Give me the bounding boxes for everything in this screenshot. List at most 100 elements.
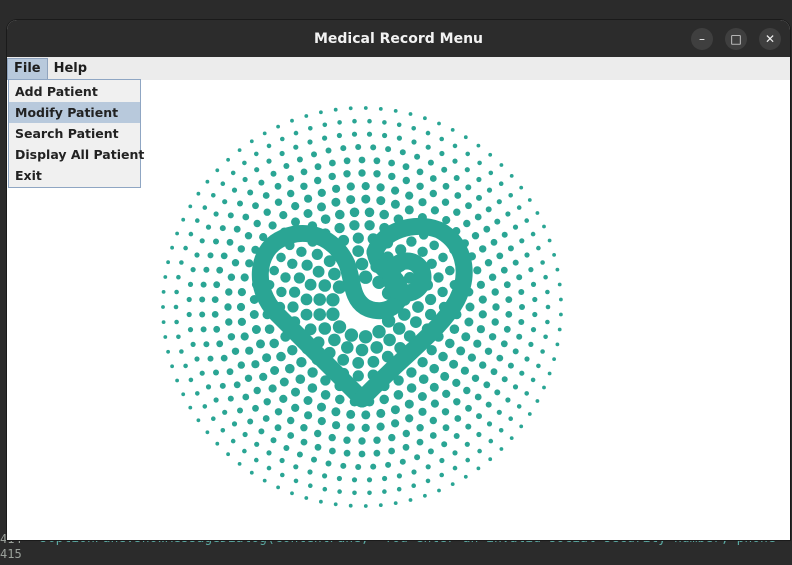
logo-dot bbox=[496, 409, 502, 415]
logo-dot bbox=[290, 118, 294, 123]
logo-dot bbox=[465, 184, 472, 191]
menu-item-modify-patient[interactable]: Modify Patient bbox=[9, 102, 140, 123]
logo-dot bbox=[423, 116, 427, 121]
logo-dot bbox=[516, 205, 522, 210]
logo-dot bbox=[358, 330, 373, 344]
logo-dot bbox=[279, 211, 288, 220]
logo-dot bbox=[418, 374, 429, 385]
logo-dot bbox=[363, 504, 368, 508]
logo-dot bbox=[536, 245, 541, 251]
logo-dot bbox=[505, 397, 511, 403]
logo-dot bbox=[242, 431, 248, 438]
logo-dot bbox=[396, 473, 402, 479]
logo-dot bbox=[411, 483, 416, 489]
logo-dot bbox=[484, 259, 493, 267]
logo-dot bbox=[425, 293, 437, 306]
logo-dot bbox=[453, 433, 460, 439]
logo-dot bbox=[220, 354, 228, 362]
logo-dot bbox=[512, 224, 519, 230]
logo-dot bbox=[186, 311, 192, 318]
logo-dot bbox=[340, 462, 347, 469]
logo-dot bbox=[322, 122, 328, 128]
close-icon: ✕ bbox=[764, 32, 776, 46]
logo-dot bbox=[452, 465, 458, 471]
logo-dot bbox=[205, 224, 212, 230]
logo-dot bbox=[244, 232, 253, 240]
menu-file[interactable]: File bbox=[7, 57, 48, 80]
logo-dot bbox=[331, 407, 341, 417]
logo-dot bbox=[240, 273, 249, 282]
logo-dot bbox=[307, 367, 318, 378]
logo-dot bbox=[358, 437, 366, 445]
logo-dot bbox=[213, 281, 221, 289]
logo-dot bbox=[429, 175, 437, 182]
logo-dot bbox=[328, 433, 336, 442]
menu-item-exit[interactable]: Exit bbox=[9, 165, 140, 186]
logo-dot bbox=[456, 346, 466, 356]
logo-dot bbox=[224, 303, 232, 311]
logo-dot bbox=[293, 144, 299, 150]
logo-dot bbox=[418, 198, 427, 207]
logo-dot bbox=[190, 341, 196, 347]
logo-dot bbox=[266, 143, 272, 149]
logo-dot bbox=[337, 353, 350, 366]
logo-dot bbox=[429, 189, 437, 198]
logo-dot bbox=[247, 418, 254, 425]
logo-dot bbox=[340, 145, 347, 152]
logo-dot bbox=[317, 417, 326, 426]
logo-dot bbox=[346, 195, 356, 205]
logo-dot bbox=[508, 193, 513, 198]
logo-dot bbox=[328, 333, 341, 347]
logo-dot bbox=[213, 369, 219, 376]
logo-dot bbox=[509, 174, 514, 178]
logo-dot bbox=[249, 139, 254, 144]
logo-dot bbox=[378, 503, 383, 507]
menu-help[interactable]: Help bbox=[48, 59, 93, 79]
logo-dot bbox=[441, 408, 450, 416]
menu-item-search-patient[interactable]: Search Patient bbox=[9, 123, 140, 144]
logo-dot bbox=[465, 423, 472, 430]
logo-dot bbox=[290, 491, 294, 496]
logo-dot bbox=[230, 170, 236, 176]
logo-dot bbox=[463, 474, 468, 479]
logo-dot bbox=[474, 213, 482, 221]
logo-dot bbox=[328, 267, 341, 281]
menu-item-add-patient[interactable]: Add Patient bbox=[9, 81, 140, 102]
logo-dot bbox=[279, 377, 289, 387]
logo-dot bbox=[202, 205, 208, 210]
logo-dot bbox=[242, 448, 247, 454]
logo-dot bbox=[335, 394, 345, 405]
logo-dot bbox=[476, 413, 482, 420]
logo-dot bbox=[314, 163, 322, 171]
logo-dot bbox=[307, 469, 313, 475]
logo-dot bbox=[352, 490, 357, 496]
logo-dot bbox=[535, 399, 540, 403]
logo-dot bbox=[233, 225, 241, 233]
maximize-button[interactable]: □ bbox=[725, 28, 747, 50]
logo-dot bbox=[530, 377, 536, 383]
logo-dot bbox=[390, 199, 400, 209]
logo-dot bbox=[361, 182, 370, 191]
minimize-button[interactable]: – bbox=[691, 28, 713, 50]
logo-dot bbox=[402, 176, 410, 185]
close-button[interactable]: ✕ bbox=[759, 28, 781, 50]
logo-dot bbox=[313, 293, 326, 306]
logo-dot bbox=[280, 472, 285, 478]
logo-dot bbox=[269, 338, 279, 349]
title-bar[interactable]: Medical Record Menu – □ ✕ bbox=[7, 20, 790, 57]
logo-dot bbox=[358, 270, 373, 284]
logo-dot bbox=[205, 430, 210, 435]
logo-dot bbox=[437, 121, 441, 126]
logo-dot bbox=[404, 205, 414, 215]
logo-dot bbox=[406, 383, 417, 393]
logo-dot bbox=[405, 191, 414, 200]
logo-dot bbox=[270, 170, 277, 177]
logo-dot bbox=[268, 221, 277, 230]
logo-dot bbox=[536, 363, 541, 369]
logo-dot bbox=[519, 370, 525, 376]
logo-dot bbox=[325, 460, 332, 467]
logo-dot bbox=[274, 408, 283, 416]
menu-item-display-all-patient[interactable]: Display All Patient bbox=[9, 144, 144, 165]
logo-dot bbox=[505, 311, 513, 318]
logo-dot bbox=[263, 208, 271, 216]
